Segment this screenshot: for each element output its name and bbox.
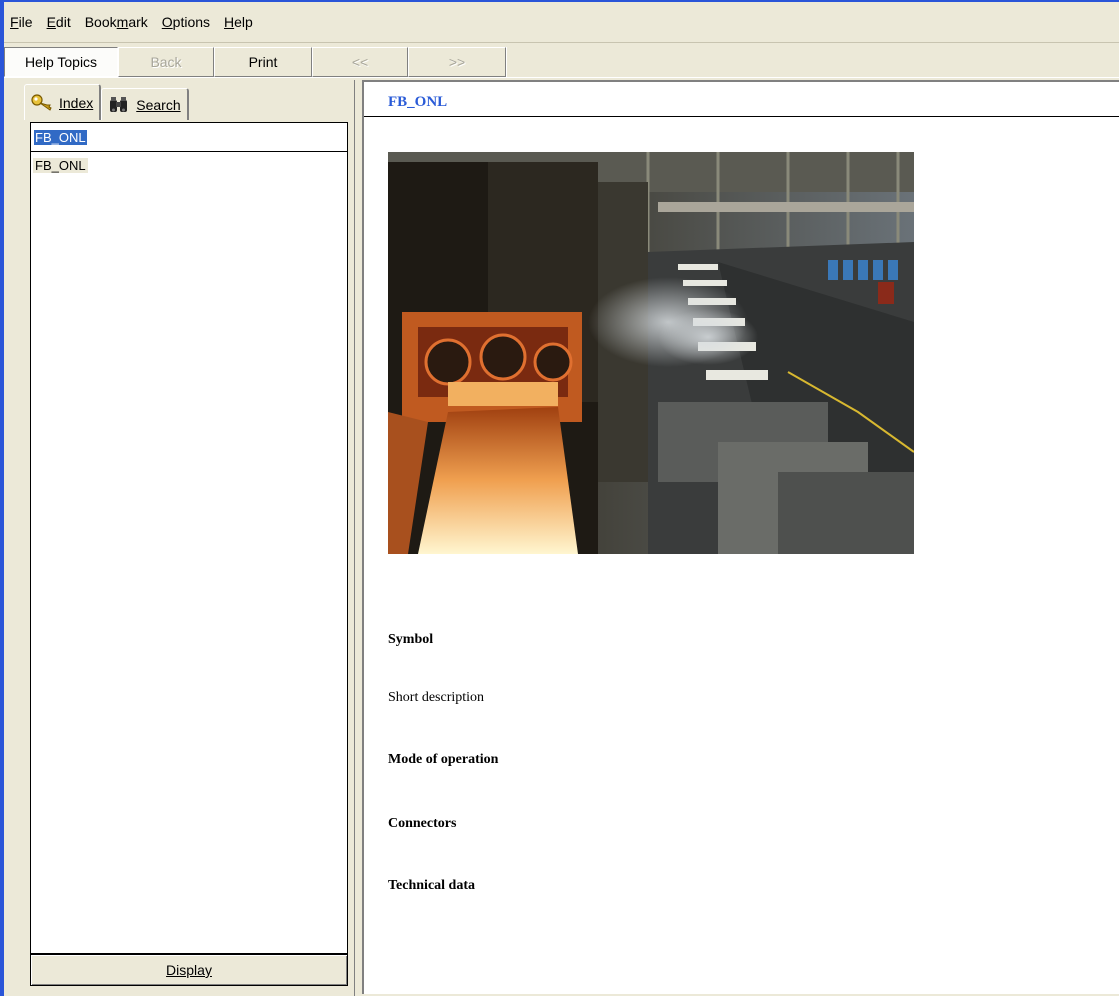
menu-bookmark[interactable]: Bookmark bbox=[79, 14, 154, 30]
menu-options[interactable]: Options bbox=[156, 14, 216, 30]
section-symbol: Symbol bbox=[388, 632, 434, 647]
index-input-text: FB_ONL bbox=[34, 129, 87, 145]
previous-topic-button[interactable]: << bbox=[312, 47, 408, 77]
section-short-description: Short description bbox=[388, 690, 485, 705]
tab-index-label: Index bbox=[59, 94, 94, 111]
pane-splitter[interactable] bbox=[350, 80, 355, 996]
tab-search-label: Search bbox=[136, 96, 181, 113]
back-button[interactable]: Back bbox=[118, 47, 214, 77]
menu-bar: File Edit Bookmark Options Help bbox=[4, 2, 1119, 43]
topic-header: FB_ONL bbox=[364, 82, 1119, 117]
section-mode-of-operation: Mode of operation bbox=[388, 752, 499, 767]
menu-help[interactable]: Help bbox=[218, 14, 259, 30]
key-icon bbox=[31, 93, 53, 113]
tab-search[interactable]: Search bbox=[101, 88, 189, 120]
toolbar: Help Topics Back Print << >> bbox=[4, 47, 1119, 78]
binoculars-icon bbox=[108, 95, 130, 115]
next-topic-button[interactable]: >> bbox=[408, 47, 506, 77]
index-list[interactable]: FB_ONL bbox=[30, 152, 348, 954]
nav-tabs: Index Search bbox=[24, 84, 189, 120]
topic-title: FB_ONL bbox=[388, 94, 448, 110]
menu-file[interactable]: File bbox=[4, 14, 39, 30]
topic-pane: FB_ONL Symbol Short description Mode of … bbox=[362, 80, 1119, 994]
toolbar-spacer bbox=[506, 47, 1119, 77]
tab-index[interactable]: Index bbox=[24, 84, 102, 120]
index-keyword-input[interactable]: FB_ONL bbox=[30, 122, 348, 152]
display-button-label: Display bbox=[166, 962, 212, 978]
menu-edit[interactable]: Edit bbox=[41, 14, 77, 30]
help-topics-button[interactable]: Help Topics bbox=[4, 47, 118, 77]
section-technical-data: Technical data bbox=[388, 878, 475, 893]
display-button[interactable]: Display bbox=[30, 954, 348, 986]
navigation-pane: Index Search FB_ONL FB_ONL Display bbox=[4, 80, 356, 996]
section-connectors: Connectors bbox=[388, 816, 457, 831]
print-button[interactable]: Print bbox=[214, 47, 312, 77]
rolling-mill-photo bbox=[388, 152, 915, 554]
list-item[interactable]: FB_ONL bbox=[33, 158, 88, 173]
